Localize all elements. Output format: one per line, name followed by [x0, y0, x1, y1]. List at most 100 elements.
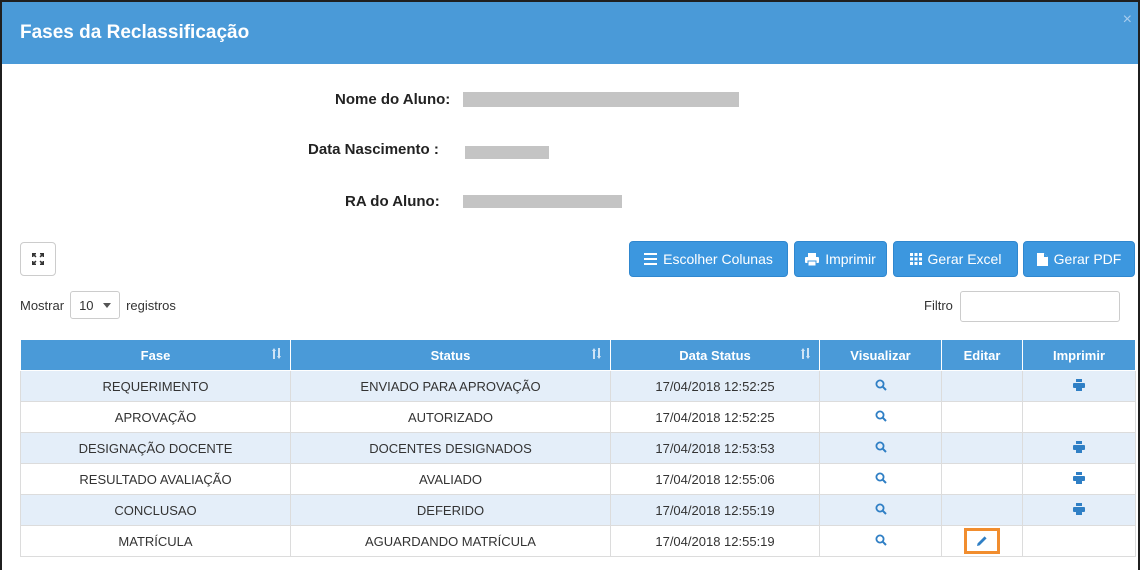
- table-header-row: Fase Status Data Status Visualizar Edita…: [20, 339, 1136, 371]
- pencil-icon: [977, 536, 987, 546]
- birth-date-redacted: [465, 146, 549, 159]
- cell-visualizar: [819, 370, 942, 402]
- cell-editar: [941, 370, 1023, 402]
- cell-data-status: 17/04/2018 12:52:25: [610, 370, 820, 402]
- cell-fase: REQUERIMENTO: [20, 370, 291, 402]
- column-header-fase[interactable]: Fase: [20, 339, 291, 371]
- cell-editar: [941, 432, 1023, 464]
- cell-status: AGUARDANDO MATRÍCULA: [290, 525, 611, 557]
- printer-icon[interactable]: [1073, 502, 1085, 515]
- sort-icon: [272, 348, 281, 359]
- length-menu: Mostrar 10 registros: [20, 291, 176, 319]
- modal-header: Fases da Reclassificação ×: [2, 2, 1138, 64]
- edit-button[interactable]: [964, 528, 1000, 554]
- search-icon[interactable]: [875, 503, 887, 515]
- column-header-data-status[interactable]: Data Status: [610, 339, 820, 371]
- column-header-status-label: Status: [430, 347, 471, 363]
- ra-redacted: [463, 195, 622, 208]
- column-header-data-status-label: Data Status: [679, 347, 751, 363]
- table-row: APROVAÇÃO AUTORIZADO 17/04/2018 12:52:25: [20, 401, 1136, 433]
- grid-icon: [909, 253, 922, 265]
- printer-icon: [805, 252, 820, 266]
- birth-date-label: Data Nascimento :: [308, 141, 439, 158]
- cell-editar: [941, 463, 1023, 495]
- generate-pdf-label: Gerar PDF: [1053, 251, 1122, 267]
- cell-imprimir: [1022, 494, 1136, 526]
- cell-imprimir: [1022, 432, 1136, 464]
- page-length-select[interactable]: 10: [70, 291, 121, 319]
- records-label: registros: [126, 297, 176, 313]
- cell-status: DOCENTES DESIGNADOS: [290, 432, 611, 464]
- choose-columns-label: Escolher Colunas: [663, 251, 773, 267]
- printer-icon[interactable]: [1073, 471, 1085, 484]
- search-icon[interactable]: [875, 472, 887, 484]
- table-row: CONCLUSAO DEFERIDO 17/04/2018 12:55:19: [20, 494, 1136, 526]
- caret-down-icon: [103, 302, 112, 308]
- modal-dialog: Fases da Reclassificação × Nome do Aluno…: [0, 0, 1140, 570]
- cell-status: AVALIADO: [290, 463, 611, 495]
- column-header-status[interactable]: Status: [290, 339, 611, 371]
- cell-status: DEFERIDO: [290, 494, 611, 526]
- cell-status: ENVIADO PARA APROVAÇÃO: [290, 370, 611, 402]
- print-button[interactable]: Imprimir: [794, 241, 887, 277]
- generate-pdf-button[interactable]: Gerar PDF: [1023, 241, 1135, 277]
- choose-columns-button[interactable]: Escolher Colunas: [629, 241, 788, 277]
- cell-imprimir: [1022, 525, 1136, 557]
- cell-status: AUTORIZADO: [290, 401, 611, 433]
- cell-data-status: 17/04/2018 12:55:19: [610, 525, 820, 557]
- column-header-fase-label: Fase: [140, 347, 171, 363]
- table-row: RESULTADO AVALIAÇÃO AVALIADO 17/04/2018 …: [20, 463, 1136, 495]
- generate-excel-button[interactable]: Gerar Excel: [893, 241, 1018, 277]
- cell-fase: APROVAÇÃO: [20, 401, 291, 433]
- search-icon[interactable]: [875, 379, 887, 391]
- filter-label: Filtro: [924, 298, 953, 313]
- cell-visualizar: [819, 525, 942, 557]
- sort-icon: [592, 348, 601, 359]
- table-row: MATRÍCULA AGUARDANDO MATRÍCULA 17/04/201…: [20, 525, 1136, 557]
- cell-fase: MATRÍCULA: [20, 525, 291, 557]
- student-name-redacted: [463, 92, 739, 107]
- sort-icon: [801, 348, 810, 359]
- cell-data-status: 17/04/2018 12:52:25: [610, 401, 820, 433]
- list-icon: [644, 253, 658, 265]
- cell-visualizar: [819, 463, 942, 495]
- student-name-label: Nome do Aluno:: [335, 91, 451, 108]
- ra-label: RA do Aluno:: [345, 193, 440, 210]
- cell-imprimir: [1022, 370, 1136, 402]
- column-header-imprimir: Imprimir: [1022, 339, 1136, 371]
- cell-visualizar: [819, 494, 942, 526]
- show-label: Mostrar: [20, 297, 65, 313]
- page-length-value: 10: [79, 297, 94, 313]
- print-label: Imprimir: [825, 251, 876, 267]
- cell-visualizar: [819, 432, 942, 464]
- cell-fase: CONCLUSAO: [20, 494, 291, 526]
- table-row: REQUERIMENTO ENVIADO PARA APROVAÇÃO 17/0…: [20, 370, 1136, 402]
- cell-editar: [941, 494, 1023, 526]
- expand-icon: [32, 253, 44, 265]
- cell-data-status: 17/04/2018 12:53:53: [610, 432, 820, 464]
- generate-excel-label: Gerar Excel: [927, 251, 1002, 267]
- cell-editar: [941, 525, 1023, 557]
- printer-icon[interactable]: [1073, 378, 1085, 391]
- cell-data-status: 17/04/2018 12:55:19: [610, 494, 820, 526]
- filter-input[interactable]: [960, 291, 1120, 322]
- search-icon[interactable]: [875, 534, 887, 546]
- phases-table: Fase Status Data Status Visualizar Edita…: [20, 339, 1136, 557]
- column-header-editar: Editar: [941, 339, 1023, 371]
- cell-imprimir: [1022, 463, 1136, 495]
- cell-fase: RESULTADO AVALIAÇÃO: [20, 463, 291, 495]
- table-row: DESIGNAÇÃO DOCENTE DOCENTES DESIGNADOS 1…: [20, 432, 1136, 464]
- file-icon: [1036, 252, 1048, 266]
- search-icon[interactable]: [875, 410, 887, 422]
- cell-data-status: 17/04/2018 12:55:06: [610, 463, 820, 495]
- close-icon[interactable]: ×: [1123, 11, 1132, 29]
- expand-button[interactable]: [20, 242, 56, 276]
- cell-editar: [941, 401, 1023, 433]
- search-icon[interactable]: [875, 441, 887, 453]
- modal-title: Fases da Reclassificação: [20, 22, 250, 43]
- cell-visualizar: [819, 401, 942, 433]
- cell-fase: DESIGNAÇÃO DOCENTE: [20, 432, 291, 464]
- column-header-visualizar: Visualizar: [819, 339, 942, 371]
- printer-icon[interactable]: [1073, 440, 1085, 453]
- cell-imprimir: [1022, 401, 1136, 433]
